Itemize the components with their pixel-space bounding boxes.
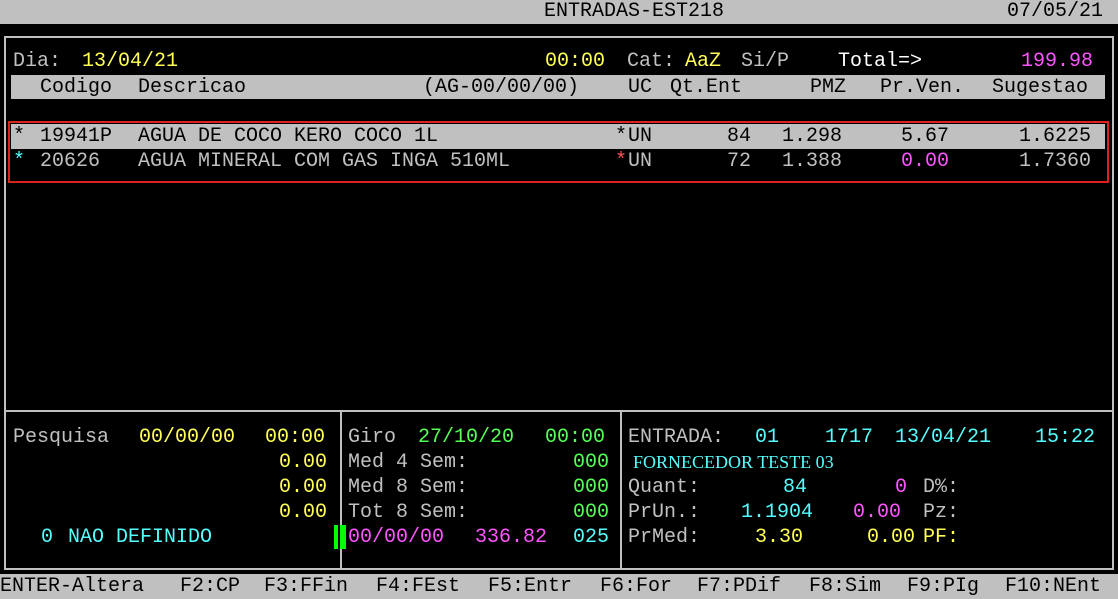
entrada-label: ENTRADA: — [628, 426, 725, 449]
last-code: 025 — [573, 526, 610, 549]
quant-extra: 0 — [895, 476, 908, 499]
fkey-f10[interactable]: F10:NEnt — [1005, 574, 1101, 599]
fkey-f5[interactable]: F5:Entr — [488, 574, 572, 599]
fkey-f9[interactable]: F9:PIg — [907, 574, 979, 599]
sip-label: Si/P — [741, 50, 790, 73]
fkey-f3[interactable]: F3:FFin — [264, 574, 348, 599]
column-header: Codigo Descricao (AG-00/00/00) UC Qt.Ent… — [11, 75, 1105, 99]
pesquisa-label: Pesquisa — [13, 426, 110, 449]
cat-value[interactable]: AaZ — [685, 49, 721, 74]
function-key-bar: ENTER-Altera F2:CP F3:FFin F4:FEst F5:En… — [0, 574, 1118, 599]
entrada-time: 15:22 — [1035, 426, 1096, 449]
col-codigo: Codigo — [40, 76, 113, 99]
col-pr-ven: Pr.Ven. — [880, 76, 965, 99]
fornecedor-name: FORNECEDOR TESTE 03 — [633, 452, 834, 472]
prmed-label: PrMed: — [628, 526, 701, 549]
prun-extra: 0.00 — [853, 501, 902, 524]
med4-value: 000 — [573, 451, 610, 474]
col-pmz: PMZ — [810, 76, 847, 99]
d-percent-label: D%: — [923, 476, 960, 499]
entrada-num: 01 — [755, 426, 780, 449]
fkey-f4[interactable]: F4:FEst — [376, 574, 460, 599]
nao-definido-count: 0 — [41, 526, 54, 549]
fkey-f7[interactable]: F7:PDif — [697, 574, 781, 599]
entrada-code: 1717 — [825, 426, 874, 449]
col-ag: (AG-00/00/00) — [423, 76, 580, 99]
title-bar: ENTRADAS-EST218 07/05/21 — [0, 0, 1118, 24]
header-time: 00:00 — [545, 50, 606, 73]
col-uc: UC — [628, 76, 653, 99]
system-date: 07/05/21 — [1007, 0, 1104, 23]
col-qt-ent: Qt.Ent — [670, 76, 743, 99]
giro-date: 27/10/20 — [418, 426, 515, 449]
total-label: Total=> — [838, 50, 923, 73]
fkey-f8[interactable]: F8:Sim — [809, 574, 881, 599]
pf-label: PF: — [923, 526, 960, 549]
nao-definido-text: NAO DEFINIDO — [68, 526, 213, 549]
med4-label: Med 4 Sem: — [348, 451, 469, 474]
prun-value: 1.1904 — [741, 501, 814, 524]
tot8-label: Tot 8 Sem: — [348, 501, 469, 524]
giro-time: 00:00 — [545, 426, 606, 449]
quant-label: Quant: — [628, 476, 701, 499]
fkey-f2[interactable]: F2:CP — [180, 574, 240, 599]
cat-label: Cat: — [627, 50, 676, 73]
total-value: 199.98 — [1021, 50, 1094, 73]
window-title: ENTRADAS-EST218 — [544, 0, 725, 23]
pesquisa-date: 00/00/00 — [139, 426, 236, 449]
giro-label: Giro — [348, 426, 397, 449]
prun-label: PrUn.: — [628, 501, 701, 524]
left-value-3: 0.00 — [279, 501, 328, 524]
fkey-enter-altera[interactable]: ENTER-Altera — [0, 574, 144, 599]
pz-label: Pz: — [923, 501, 960, 524]
col-descricao: Descricao — [138, 76, 247, 99]
entrada-date: 13/04/21 — [895, 426, 992, 449]
prmed-value: 3.30 — [755, 526, 804, 549]
pesquisa-time: 00:00 — [265, 426, 326, 449]
quant-value: 84 — [783, 476, 808, 499]
dia-value[interactable]: 13/04/21 — [82, 49, 178, 74]
fkey-f6[interactable]: F6:For — [600, 574, 672, 599]
tot8-value: 000 — [573, 501, 610, 524]
left-value-1: 0.00 — [279, 451, 328, 474]
last-date: 00/00/00 — [348, 526, 445, 549]
rows-selection-outline — [8, 121, 1109, 183]
last-amount: 336.82 — [475, 526, 548, 549]
med8-value: 000 — [573, 476, 610, 499]
dia-label: Dia: — [13, 50, 62, 73]
col-sugestao: Sugestao — [992, 76, 1089, 99]
left-value-2: 0.00 — [279, 476, 328, 499]
med8-label: Med 8 Sem: — [348, 476, 469, 499]
text-cursor — [334, 525, 346, 549]
prmed-extra: 0.00 — [867, 526, 916, 549]
